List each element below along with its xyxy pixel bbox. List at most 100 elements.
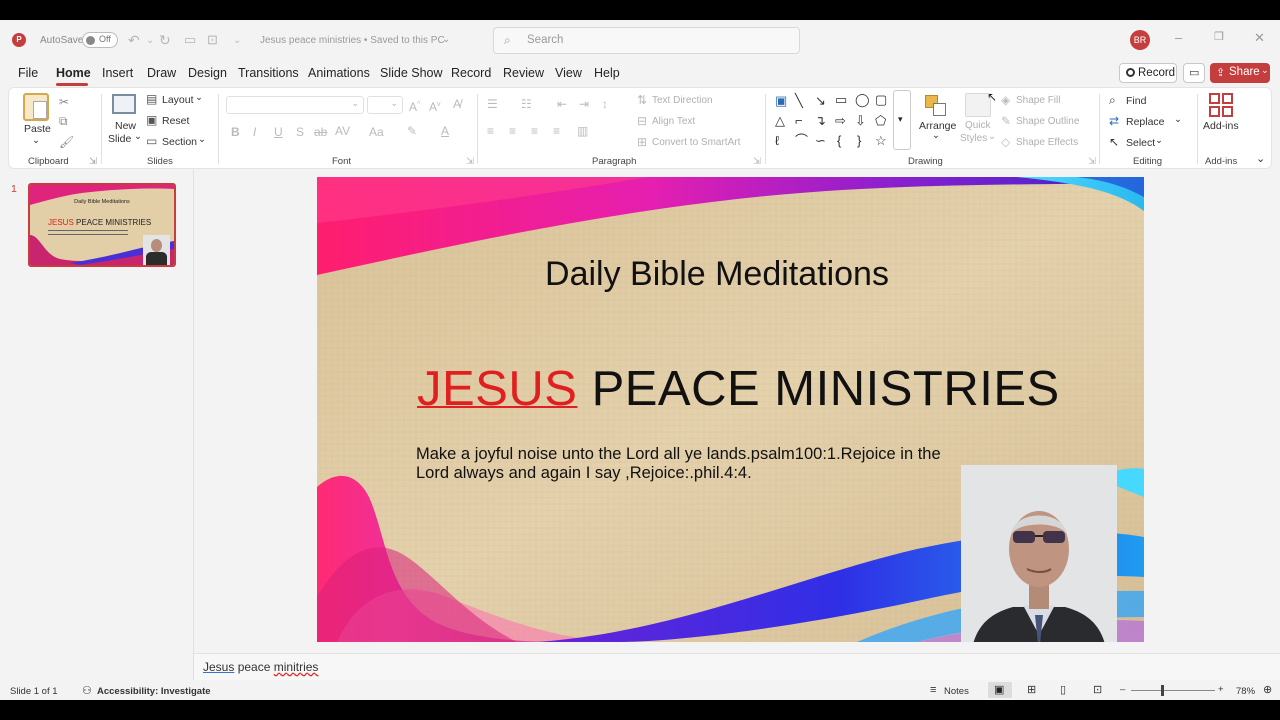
format-painter-icon[interactable]: 🖌 xyxy=(59,136,74,148)
notes-text[interactable]: Jesus peace minitries xyxy=(203,660,318,674)
pentagon-shape-icon[interactable]: ⬠ xyxy=(875,114,886,127)
left-brace-shape-icon[interactable]: { xyxy=(837,134,841,147)
right-brace-shape-icon[interactable]: } xyxy=(857,134,861,147)
zoom-slider-thumb[interactable] xyxy=(1161,685,1164,696)
restore-icon[interactable]: ❐ xyxy=(1214,30,1224,43)
decrease-indent-icon[interactable]: ⇤ xyxy=(557,98,567,110)
paste-label[interactable]: Paste xyxy=(24,123,51,135)
shape-outline-icon[interactable]: ✎ xyxy=(1001,115,1011,127)
clipboard-launcher-icon[interactable]: ⇲ xyxy=(89,156,97,167)
tab-view[interactable]: View xyxy=(555,66,582,80)
layout-icon[interactable]: ▤ xyxy=(146,93,157,105)
shape-outline-label[interactable]: Shape Outline xyxy=(1016,116,1079,127)
section-chevron-icon[interactable]: ⌄ xyxy=(198,134,206,145)
zoom-in-button[interactable]: + xyxy=(1218,684,1224,695)
tab-transitions[interactable]: Transitions xyxy=(238,66,299,80)
arc-shape-icon[interactable]: ⌒ xyxy=(795,134,808,147)
slide-body-line-1[interactable]: Make a joyful noise unto the Lord all ye… xyxy=(416,445,941,464)
smartart-icon[interactable]: ⊞ xyxy=(637,136,647,148)
tab-animations[interactable]: Animations xyxy=(308,66,370,80)
shadow-button[interactable]: S xyxy=(296,126,304,138)
quick-styles-label-2[interactable]: Styles xyxy=(960,133,987,144)
new-slide-chevron-icon[interactable]: ⌄ xyxy=(134,131,142,142)
paste-chevron-icon[interactable]: ⌄ xyxy=(32,135,40,146)
increase-indent-icon[interactable]: ⇥ xyxy=(579,98,589,110)
tab-draw[interactable]: Draw xyxy=(147,66,176,80)
shape-fill-label[interactable]: Shape Fill xyxy=(1016,95,1060,106)
section-icon[interactable]: ▭ xyxy=(146,135,157,147)
new-slide-label-1[interactable]: New xyxy=(115,120,136,132)
slide-title[interactable]: Daily Bible Meditations xyxy=(317,255,1117,294)
ribbon-collapse-icon[interactable]: ⌄ xyxy=(1256,152,1265,165)
paragraph-launcher-icon[interactable]: ⇲ xyxy=(753,156,761,167)
right-arrow-shape-icon[interactable]: ⇨ xyxy=(835,114,846,127)
zoom-out-button[interactable]: – xyxy=(1120,684,1125,695)
add-ins-label[interactable]: Add-ins xyxy=(1203,120,1239,132)
freeform-shape-icon[interactable]: ℓ xyxy=(775,134,779,147)
bullets-icon[interactable]: ☰ xyxy=(487,98,498,110)
shape-fill-icon[interactable]: ◈ xyxy=(1001,94,1010,106)
star-shape-icon[interactable]: ☆ xyxy=(875,134,887,147)
notes-toggle-icon[interactable]: ≡ xyxy=(930,684,936,696)
comments-button[interactable]: ▭ xyxy=(1183,63,1205,83)
tab-design[interactable]: Design xyxy=(188,66,227,80)
arrow-line-shape-icon[interactable]: ↘ xyxy=(815,94,826,107)
tab-home[interactable]: Home xyxy=(56,66,91,80)
replace-chevron-icon[interactable]: ⌄ xyxy=(1174,114,1182,125)
curve-shape-icon[interactable]: ∽ xyxy=(815,134,826,147)
increase-font-icon[interactable]: A^ xyxy=(409,99,420,113)
replace-label[interactable]: Replace xyxy=(1126,116,1165,128)
notes-pane[interactable]: Jesus peace minitries xyxy=(194,653,1280,680)
arrange-icon[interactable] xyxy=(923,93,949,119)
select-icon[interactable]: ↖ xyxy=(1109,136,1119,148)
triangle-shape-icon[interactable]: △ xyxy=(775,114,785,127)
reading-view-icon[interactable]: ▯ xyxy=(1060,683,1066,696)
slide-sorter-icon[interactable]: ⊞ xyxy=(1027,683,1036,696)
arrange-chevron-icon[interactable]: ⌄ xyxy=(932,130,940,141)
drawing-launcher-icon[interactable]: ⇲ xyxy=(1088,156,1096,167)
accessibility-icon[interactable]: ⚇ xyxy=(82,684,92,697)
zoom-slider[interactable] xyxy=(1131,685,1215,696)
convert-smartart-label[interactable]: Convert to SmartArt xyxy=(652,137,740,148)
down-arrow-shape-icon[interactable]: ⇩ xyxy=(855,114,866,127)
record-button[interactable]: Record xyxy=(1119,63,1177,83)
close-icon[interactable]: ✕ xyxy=(1254,30,1265,46)
new-slide-icon[interactable] xyxy=(112,94,136,114)
rounded-rect-shape-icon[interactable]: ▢ xyxy=(875,93,887,106)
layout-label[interactable]: Layout xyxy=(162,94,194,106)
character-spacing-icon[interactable]: AV xyxy=(335,125,350,137)
align-text-label[interactable]: Align Text xyxy=(652,116,695,127)
clear-formatting-icon[interactable]: A̸ xyxy=(453,98,461,110)
notes-toggle-label[interactable]: Notes xyxy=(944,686,969,697)
undo-dropdown-icon[interactable]: ⌄ xyxy=(146,35,154,46)
reset-icon[interactable]: ▣ xyxy=(146,114,157,126)
tab-review[interactable]: Review xyxy=(503,66,544,80)
select-chevron-icon[interactable]: ⌄ xyxy=(1155,135,1163,146)
quick-styles-chevron-icon[interactable]: ⌄ xyxy=(988,131,996,142)
text-direction-icon[interactable]: ⇅ xyxy=(637,94,647,106)
reset-label[interactable]: Reset xyxy=(162,115,189,127)
elbow-connector-shape-icon[interactable]: ⌐ xyxy=(795,114,803,127)
slide-thumbnail[interactable]: Daily Bible Meditations JESUS PEACE MINI… xyxy=(28,183,176,267)
underline-button[interactable]: U xyxy=(274,126,283,138)
quick-styles-label-1[interactable]: Quick xyxy=(965,120,991,131)
italic-button[interactable]: I xyxy=(253,126,256,138)
text-box-shape-icon[interactable]: ▣ xyxy=(775,94,787,107)
shape-effects-label[interactable]: Shape Effects xyxy=(1016,137,1078,148)
bold-button[interactable]: B xyxy=(231,126,240,138)
tab-insert[interactable]: Insert xyxy=(102,66,133,80)
font-launcher-icon[interactable]: ⇲ xyxy=(466,156,474,167)
slide-canvas[interactable]: Daily Bible Meditations JESUS PEACE MINI… xyxy=(317,177,1144,642)
shapes-gallery-more-button[interactable]: ▾ xyxy=(893,90,911,150)
align-text-icon[interactable]: ⊟ xyxy=(637,115,647,127)
slide-body-line-2[interactable]: Lord always and again I say ,Rejoice:.ph… xyxy=(416,464,752,483)
redo-icon[interactable]: ↻ xyxy=(159,32,171,49)
layout-chevron-icon[interactable]: ⌄ xyxy=(195,92,203,103)
find-icon[interactable]: ⌕ xyxy=(1109,94,1116,106)
tab-file[interactable]: File xyxy=(18,66,38,80)
title-chevron-icon[interactable]: ⌄ xyxy=(442,34,450,45)
select-label[interactable]: Select xyxy=(1126,137,1155,149)
present-icon[interactable]: ▭ xyxy=(184,32,196,48)
find-label[interactable]: Find xyxy=(1126,95,1146,107)
fit-to-window-icon[interactable]: ⊕ xyxy=(1263,683,1272,696)
